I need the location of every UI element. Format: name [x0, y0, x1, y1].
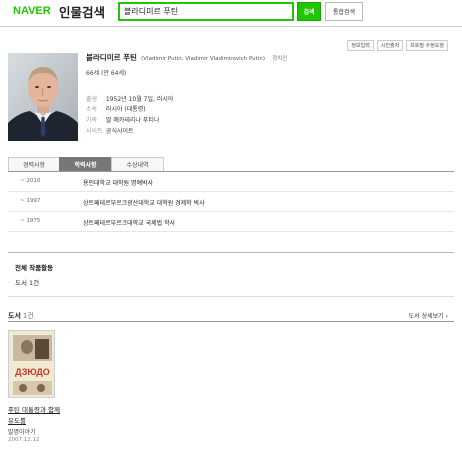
education-row: ~ 2010 용인대학교 대학원 명예박사: [8, 172, 454, 192]
search-input[interactable]: [120, 4, 292, 19]
person-name-english: (Vladimir Putin, Vladimir Vladimirovich …: [141, 56, 265, 62]
books-title: 도서: [8, 312, 21, 320]
tab-awards[interactable]: 수상내역: [111, 157, 164, 171]
education-year: ~ 1997: [20, 198, 41, 204]
info-row-site: 사이트 공식사이트: [86, 126, 134, 135]
works-count-link[interactable]: 도서 1건: [15, 277, 39, 287]
person-name: 블라디미르 푸틴: [86, 53, 137, 62]
photo-source-link[interactable]: 시진출처: [376, 40, 404, 51]
education-row: ~ 1997 상트페테르부르크광산대학교 대학원 경제학 박사: [8, 192, 454, 212]
info-value: 러시아 (대통령): [105, 106, 146, 113]
header-divider: [0, 26, 462, 27]
service-title[interactable]: 인물검색: [59, 2, 105, 21]
section-divider: [8, 252, 454, 253]
info-row-affiliation: 소속 러시아 (대통령): [86, 104, 146, 113]
section-divider: [8, 296, 454, 297]
education-desc: 상트페테르부르크광산대학교 대학원 경제학 박사: [83, 200, 205, 207]
info-value: 1952년 10월 7일, 러시아: [105, 96, 174, 103]
book-title-line2[interactable]: 유도를: [8, 415, 26, 425]
official-site-link[interactable]: 공식사이트: [106, 128, 134, 135]
info-label: 소속: [86, 106, 98, 113]
book-cover-image: ДЗЮДО: [9, 331, 54, 397]
profile-tabs: 경력사항 학력사항 수상내역: [8, 157, 164, 171]
person-job: 정치인: [272, 56, 288, 62]
education-desc: 상트페테르부르크대학교 국제법 학사: [83, 220, 176, 227]
info-row-family: 가족 딸 예카테리나 푸티나: [86, 115, 159, 124]
profile-actions: 정보입력 시진출처 프로필 수정요청: [347, 40, 448, 51]
books-divider: [8, 321, 454, 322]
naver-logo[interactable]: NAVER: [13, 5, 51, 17]
education-year: ~ 1975: [20, 218, 41, 224]
books-detail-label[interactable]: 도서 상세보기: [409, 313, 444, 320]
book-cover[interactable]: ДЗЮДО: [8, 330, 55, 398]
search-button[interactable]: 검색: [297, 2, 321, 21]
info-value[interactable]: 딸 예카테리나 푸티나: [106, 117, 160, 124]
info-label: 가족: [86, 117, 98, 124]
profile-edit-request-link[interactable]: 프로필 수정요청: [406, 40, 448, 51]
info-input-link[interactable]: 정보입력: [347, 40, 374, 51]
total-search-button[interactable]: 통합검색: [325, 2, 363, 21]
search-box[interactable]: [118, 2, 294, 21]
chevron-right-icon: ›: [445, 313, 448, 320]
works-title: 전체 작품활동: [15, 264, 54, 272]
books-heading: 도서 1건: [8, 311, 34, 321]
info-row-birth: 출생 1952년 10월 7일, 러시아: [86, 94, 173, 103]
info-label: 출생: [86, 96, 98, 103]
profile-photo[interactable]: [8, 53, 78, 141]
education-row: ~ 1975 상트페테르부르크대학교 국제법 학사: [8, 212, 454, 232]
name-line: 블라디미르 푸틴 (Vladimir Putin, Vladimir Vladi…: [86, 52, 287, 63]
books-detail-link[interactable]: 도서 상세보기 ›: [409, 311, 448, 320]
education-year: ~ 2010: [20, 178, 41, 184]
education-desc: 용인대학교 대학원 명예박사: [83, 180, 154, 187]
info-label: 사이트: [86, 128, 103, 135]
person-age: 66세 (만 64세): [86, 70, 127, 77]
tab-education[interactable]: 학력사항: [59, 157, 112, 171]
book-title-line1[interactable]: 푸틴 대통령과 함께: [8, 404, 60, 414]
book-publisher: 말명이야기: [8, 429, 36, 436]
books-count: 1건: [22, 312, 34, 320]
tab-career[interactable]: 경력사항: [8, 157, 60, 171]
book-cover-title: ДЗЮДО: [15, 367, 50, 377]
book-date: 2007.12.12: [8, 437, 40, 443]
portrait-image: [8, 53, 78, 141]
